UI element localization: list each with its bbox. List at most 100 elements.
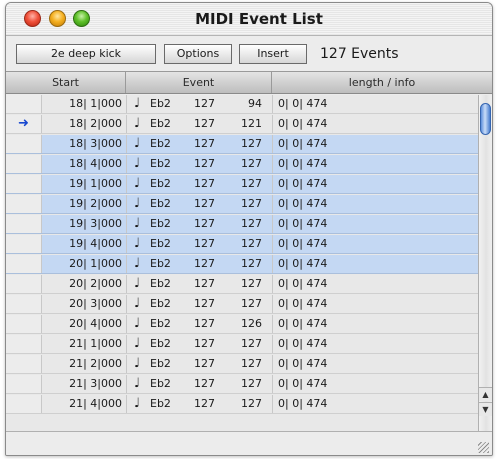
event-pitch[interactable]: Eb2 (150, 95, 176, 113)
event-start[interactable]: 19| 2|000 (44, 195, 124, 213)
event-velocity[interactable]: 127 (194, 195, 220, 213)
event-velocity[interactable]: 127 (194, 275, 220, 293)
event-start[interactable]: 21| 3|000 (44, 375, 124, 393)
event-start[interactable]: 21| 2|000 (44, 355, 124, 373)
event-release-velocity[interactable]: 127 (232, 335, 262, 353)
event-row[interactable]: 18| 3|000 ♩ Eb2 127 127 0| 0| 474 (6, 135, 478, 154)
event-start[interactable]: 18| 1|000 (44, 95, 124, 113)
column-header-start[interactable]: Start (6, 72, 126, 93)
event-start[interactable]: 20| 2|000 (44, 275, 124, 293)
event-start[interactable]: 20| 4|000 (44, 315, 124, 333)
event-release-velocity[interactable]: 127 (232, 135, 262, 153)
event-velocity[interactable]: 127 (194, 95, 220, 113)
event-length[interactable]: 0| 0| 474 (278, 155, 398, 173)
event-start[interactable]: 21| 1|000 (44, 335, 124, 353)
event-start[interactable]: 18| 2|000 (44, 115, 124, 133)
event-start[interactable]: 19| 3|000 (44, 215, 124, 233)
event-length[interactable]: 0| 0| 474 (278, 175, 398, 193)
event-pitch[interactable]: Eb2 (150, 355, 176, 373)
event-row[interactable]: 19| 1|000 ♩ Eb2 127 127 0| 0| 474 (6, 175, 478, 194)
event-list[interactable]: 18| 1|000 ♩ Eb2 127 94 0| 0| 474 ➜ 18| 2|000 ♩ Eb… (6, 95, 478, 431)
event-velocity[interactable]: 127 (194, 295, 220, 313)
event-start[interactable]: 20| 3|000 (44, 295, 124, 313)
event-release-velocity[interactable]: 127 (232, 355, 262, 373)
event-pitch[interactable]: Eb2 (150, 375, 176, 393)
event-row[interactable]: 19| 4|000 ♩ Eb2 127 127 0| 0| 474 (6, 235, 478, 254)
scroll-up-arrow-icon[interactable]: ▲ (479, 387, 492, 401)
event-pitch[interactable]: Eb2 (150, 115, 176, 133)
event-row[interactable]: 20| 2|000 ♩ Eb2 127 127 0| 0| 474 (6, 275, 478, 294)
event-release-velocity[interactable]: 127 (232, 215, 262, 233)
event-length[interactable]: 0| 0| 474 (278, 215, 398, 233)
event-length[interactable]: 0| 0| 474 (278, 395, 398, 413)
event-row[interactable]: 19| 3|000 ♩ Eb2 127 127 0| 0| 474 (6, 215, 478, 234)
event-pitch[interactable]: Eb2 (150, 135, 176, 153)
event-start[interactable]: 18| 3|000 (44, 135, 124, 153)
event-release-velocity[interactable]: 127 (232, 155, 262, 173)
event-length[interactable]: 0| 0| 474 (278, 235, 398, 253)
event-velocity[interactable]: 127 (194, 135, 220, 153)
event-start[interactable]: 19| 4|000 (44, 235, 124, 253)
event-release-velocity[interactable]: 127 (232, 395, 262, 413)
event-length[interactable]: 0| 0| 474 (278, 255, 398, 273)
event-pitch[interactable]: Eb2 (150, 215, 176, 233)
event-velocity[interactable]: 127 (194, 255, 220, 273)
title-bar[interactable]: MIDI Event List (6, 3, 492, 36)
event-velocity[interactable]: 127 (194, 395, 220, 413)
event-release-velocity[interactable]: 126 (232, 315, 262, 333)
event-velocity[interactable]: 127 (194, 115, 220, 133)
vertical-scrollbar[interactable]: ▲ ▼ (478, 95, 492, 431)
event-velocity[interactable]: 127 (194, 175, 220, 193)
event-length[interactable]: 0| 0| 474 (278, 95, 398, 113)
event-velocity[interactable]: 127 (194, 315, 220, 333)
options-button[interactable]: Options (164, 44, 232, 64)
event-release-velocity[interactable]: 127 (232, 175, 262, 193)
event-length[interactable]: 0| 0| 474 (278, 115, 398, 133)
event-release-velocity[interactable]: 121 (232, 115, 262, 133)
event-pitch[interactable]: Eb2 (150, 275, 176, 293)
scroll-down-arrow-icon[interactable]: ▼ (479, 402, 492, 416)
event-velocity[interactable]: 127 (194, 155, 220, 173)
event-velocity[interactable]: 127 (194, 355, 220, 373)
insert-button[interactable]: Insert (239, 44, 307, 64)
event-row[interactable]: 19| 2|000 ♩ Eb2 127 127 0| 0| 474 (6, 195, 478, 214)
event-velocity[interactable]: 127 (194, 375, 220, 393)
event-release-velocity[interactable]: 127 (232, 275, 262, 293)
event-length[interactable]: 0| 0| 474 (278, 275, 398, 293)
event-row[interactable]: 20| 3|000 ♩ Eb2 127 127 0| 0| 474 (6, 295, 478, 314)
event-length[interactable]: 0| 0| 474 (278, 375, 398, 393)
event-row[interactable]: 20| 4|000 ♩ Eb2 127 126 0| 0| 474 (6, 315, 478, 334)
event-length[interactable]: 0| 0| 474 (278, 135, 398, 153)
event-release-velocity[interactable]: 127 (232, 195, 262, 213)
event-velocity[interactable]: 127 (194, 235, 220, 253)
event-pitch[interactable]: Eb2 (150, 235, 176, 253)
event-start[interactable]: 21| 4|000 (44, 395, 124, 413)
event-release-velocity[interactable]: 127 (232, 255, 262, 273)
event-row[interactable]: 21| 3|000 ♩ Eb2 127 127 0| 0| 474 (6, 375, 478, 394)
event-length[interactable]: 0| 0| 474 (278, 355, 398, 373)
resize-grip-icon[interactable] (478, 442, 489, 453)
event-row[interactable]: 18| 4|000 ♩ Eb2 127 127 0| 0| 474 (6, 155, 478, 174)
event-start[interactable]: 19| 1|000 (44, 175, 124, 193)
column-header-length-info[interactable]: length / info (272, 72, 492, 93)
track-selector-button[interactable]: 2e deep kick (16, 44, 156, 64)
event-release-velocity[interactable]: 94 (232, 95, 262, 113)
event-start[interactable]: 18| 4|000 (44, 155, 124, 173)
event-row[interactable]: 18| 1|000 ♩ Eb2 127 94 0| 0| 474 (6, 95, 478, 114)
event-pitch[interactable]: Eb2 (150, 395, 176, 413)
event-velocity[interactable]: 127 (194, 215, 220, 233)
event-release-velocity[interactable]: 127 (232, 375, 262, 393)
event-pitch[interactable]: Eb2 (150, 175, 176, 193)
event-length[interactable]: 0| 0| 474 (278, 295, 398, 313)
event-pitch[interactable]: Eb2 (150, 295, 176, 313)
event-release-velocity[interactable]: 127 (232, 235, 262, 253)
scrollbar-thumb[interactable] (480, 103, 491, 135)
event-row[interactable]: 21| 1|000 ♩ Eb2 127 127 0| 0| 474 (6, 335, 478, 354)
column-header-event[interactable]: Event (126, 72, 272, 93)
event-pitch[interactable]: Eb2 (150, 315, 176, 333)
event-pitch[interactable]: Eb2 (150, 255, 176, 273)
event-pitch[interactable]: Eb2 (150, 155, 176, 173)
event-length[interactable]: 0| 0| 474 (278, 315, 398, 333)
event-pitch[interactable]: Eb2 (150, 195, 176, 213)
event-row[interactable]: 20| 1|000 ♩ Eb2 127 127 0| 0| 474 (6, 255, 478, 274)
